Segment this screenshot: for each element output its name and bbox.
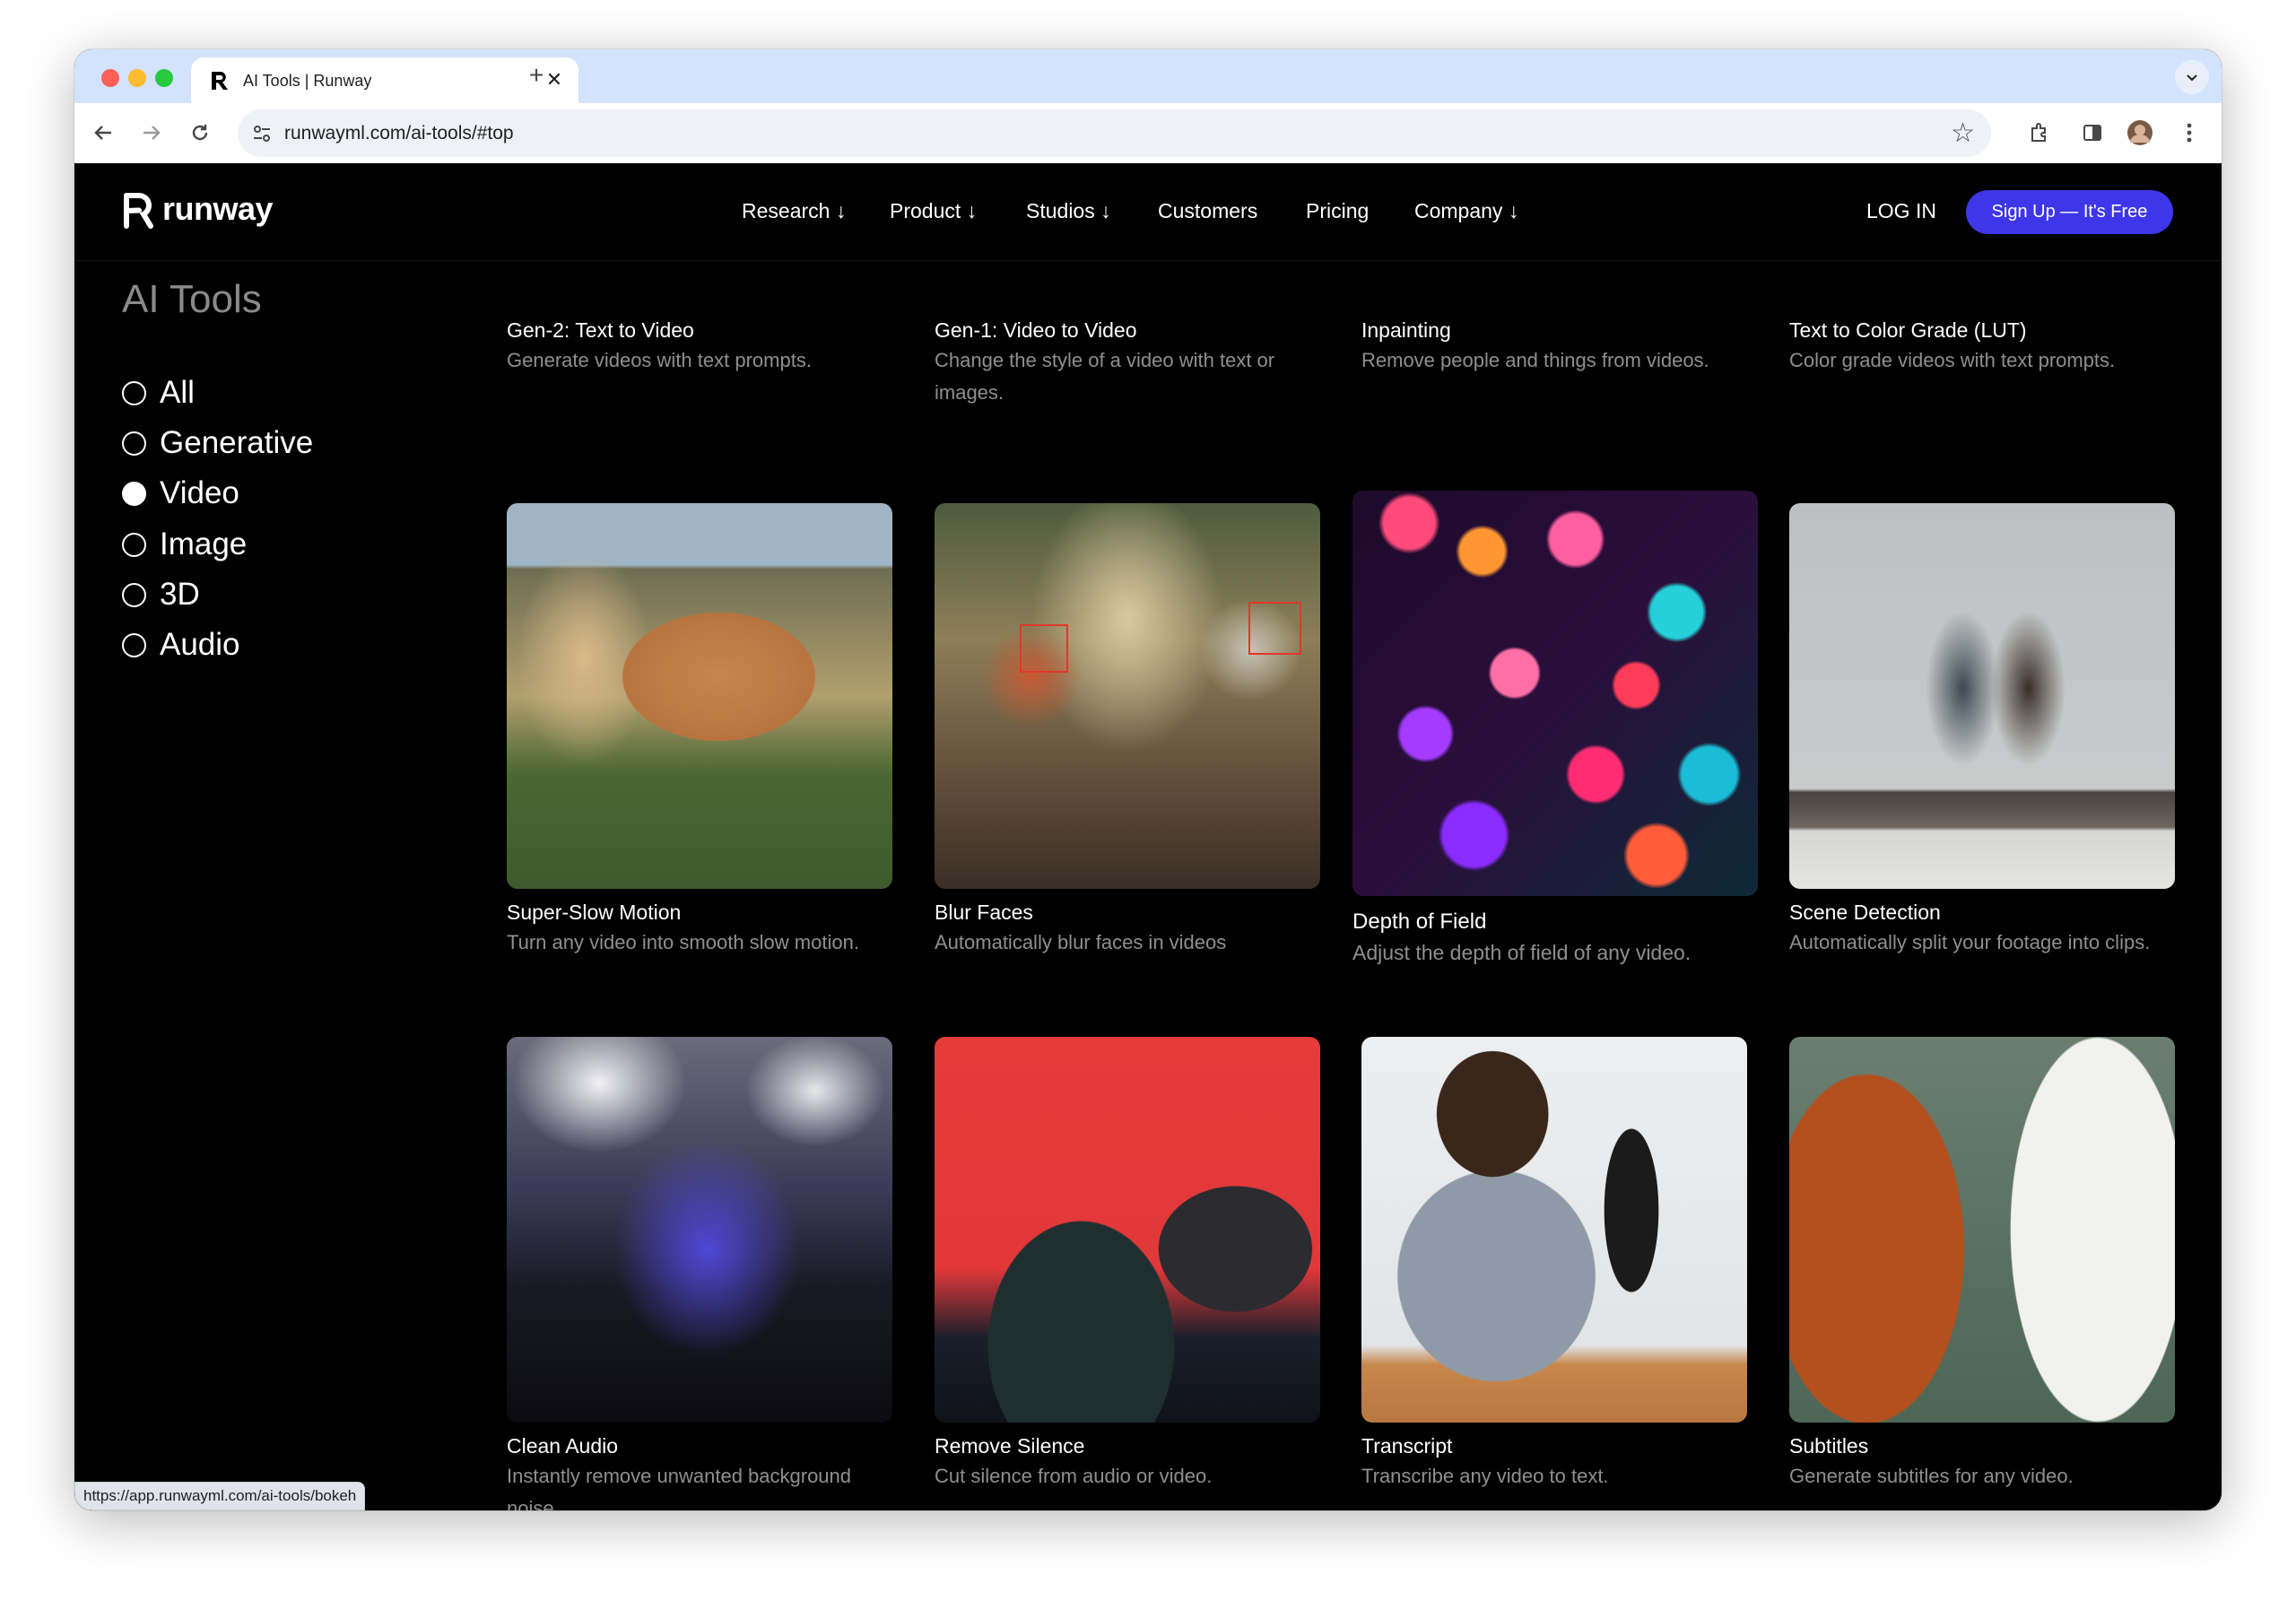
browser-toolbar: runwayml.com/ai-tools/#top ☆ bbox=[74, 103, 2222, 163]
tool-description: Automatically split your footage into cl… bbox=[1789, 931, 2151, 953]
nav-research[interactable]: Research ↓ bbox=[742, 199, 846, 223]
logo-wordmark: runway bbox=[162, 190, 274, 227]
extensions-icon[interactable] bbox=[2023, 117, 2056, 149]
window-minimize-button[interactable] bbox=[128, 69, 146, 87]
browser-menu-icon[interactable] bbox=[2173, 117, 2205, 149]
tool-title[interactable]: Clean Audio bbox=[507, 1434, 618, 1458]
web-page: runway Research ↓ Product ↓ Studios ↓ Cu… bbox=[74, 163, 2222, 1510]
bookmark-star-icon[interactable]: ☆ bbox=[1951, 118, 1975, 149]
tool-thumbnail[interactable] bbox=[1789, 1037, 2175, 1423]
tool-title[interactable]: Transcript bbox=[1361, 1434, 1452, 1458]
radio-unselected-icon[interactable] bbox=[122, 583, 146, 607]
tool-title[interactable]: Subtitles bbox=[1789, 1434, 1868, 1458]
tool-title[interactable]: Blur Faces bbox=[935, 901, 1033, 925]
runway-favicon-icon bbox=[209, 70, 230, 91]
filter-label: Generative bbox=[160, 425, 314, 460]
tool-description: Remove people and things from videos. bbox=[1361, 349, 1709, 371]
reload-icon[interactable] bbox=[184, 117, 216, 149]
tool-thumbnail[interactable] bbox=[507, 503, 892, 889]
tool-thumbnail[interactable] bbox=[1789, 503, 2175, 889]
new-tab-button[interactable]: + bbox=[521, 60, 552, 91]
link-status-bubble: https://app.runwayml.com/ai-tools/bokeh bbox=[74, 1482, 366, 1510]
tool-thumbnail[interactable] bbox=[1352, 491, 1758, 896]
tool-description: Adjust the depth of field of any video. bbox=[1352, 941, 1692, 964]
tool-title[interactable]: Remove Silence bbox=[935, 1434, 1084, 1458]
forward-arrow-icon[interactable] bbox=[135, 117, 168, 149]
url-text[interactable]: runwayml.com/ai-tools/#top bbox=[284, 123, 514, 144]
tool-description: Automatically blur faces in videos bbox=[935, 931, 1227, 953]
window-close-button[interactable] bbox=[101, 69, 119, 87]
tool-description: Generate subtitles for any video. bbox=[1789, 1465, 2074, 1487]
radio-unselected-icon[interactable] bbox=[122, 633, 146, 657]
radio-unselected-icon[interactable] bbox=[122, 431, 146, 456]
tab-strip: AI Tools | Runway ✕ + bbox=[74, 49, 2222, 103]
sidebar-title: AI Tools bbox=[122, 277, 262, 321]
site-settings-icon[interactable] bbox=[250, 122, 274, 145]
tab-title: AI Tools | Runway bbox=[243, 72, 372, 90]
tool-description: Transcribe any video to text. bbox=[1361, 1465, 1609, 1487]
tool-description: Color grade videos with text prompts. bbox=[1789, 349, 2116, 371]
nav-customers[interactable]: Customers bbox=[1158, 199, 1257, 223]
radio-unselected-icon[interactable] bbox=[122, 381, 146, 405]
face-box bbox=[1020, 624, 1068, 673]
window-maximize-button[interactable] bbox=[155, 69, 173, 87]
tool-thumbnail[interactable] bbox=[935, 503, 1320, 889]
tool-title[interactable]: Gen-1: Video to Video bbox=[935, 318, 1137, 343]
tool-description: Cut silence from audio or video. bbox=[935, 1465, 1213, 1487]
tool-description: Change the style of a video with text or… bbox=[935, 349, 1275, 404]
tool-title[interactable]: Inpainting bbox=[1361, 318, 1451, 343]
back-arrow-icon[interactable] bbox=[87, 117, 119, 149]
login-link[interactable]: LOG IN bbox=[1866, 199, 1936, 223]
profile-avatar[interactable] bbox=[2124, 117, 2156, 149]
signup-button[interactable]: Sign Up — It's Free bbox=[1966, 190, 2173, 234]
tool-description: Instantly remove unwanted background noi… bbox=[507, 1465, 852, 1510]
tool-description: Generate videos with text prompts. bbox=[507, 349, 812, 371]
nav-studios[interactable]: Studios ↓ bbox=[1026, 199, 1111, 223]
address-bar[interactable]: runwayml.com/ai-tools/#top ☆ bbox=[238, 109, 1991, 157]
filter-label: Video bbox=[160, 475, 239, 510]
tool-title[interactable]: Gen-2: Text to Video bbox=[507, 318, 694, 343]
nav-product[interactable]: Product ↓ bbox=[890, 199, 977, 223]
filter-label: Audio bbox=[160, 627, 240, 662]
filter-label: Image bbox=[160, 527, 248, 561]
radio-unselected-icon[interactable] bbox=[122, 533, 146, 557]
side-panel-icon[interactable] bbox=[2076, 117, 2109, 149]
tool-thumbnail[interactable] bbox=[935, 1037, 1320, 1423]
tool-description: Turn any video into smooth slow motion. bbox=[507, 931, 859, 953]
tool-title[interactable]: Depth of Field bbox=[1352, 909, 1486, 935]
tool-title[interactable]: Scene Detection bbox=[1789, 901, 1941, 925]
nav-company[interactable]: Company ↓ bbox=[1414, 199, 1518, 223]
tool-title[interactable]: Text to Color Grade (LUT) bbox=[1789, 318, 2027, 343]
site-header: runway Research ↓ Product ↓ Studios ↓ Cu… bbox=[74, 163, 2222, 261]
filter-label: 3D bbox=[160, 577, 200, 612]
tab-search-button[interactable] bbox=[2175, 60, 2209, 94]
tool-thumbnail[interactable] bbox=[1361, 1037, 1747, 1423]
radio-selected-icon[interactable] bbox=[122, 482, 146, 506]
runway-logo-icon bbox=[124, 193, 153, 229]
nav-pricing[interactable]: Pricing bbox=[1306, 199, 1369, 223]
tool-thumbnail[interactable] bbox=[507, 1037, 892, 1423]
tool-title[interactable]: Super-Slow Motion bbox=[507, 901, 681, 925]
browser-window: AI Tools | Runway ✕ + runwayml.com/ai-to… bbox=[74, 49, 2222, 1510]
filter-label: All bbox=[160, 375, 195, 410]
face-box bbox=[1248, 602, 1301, 655]
